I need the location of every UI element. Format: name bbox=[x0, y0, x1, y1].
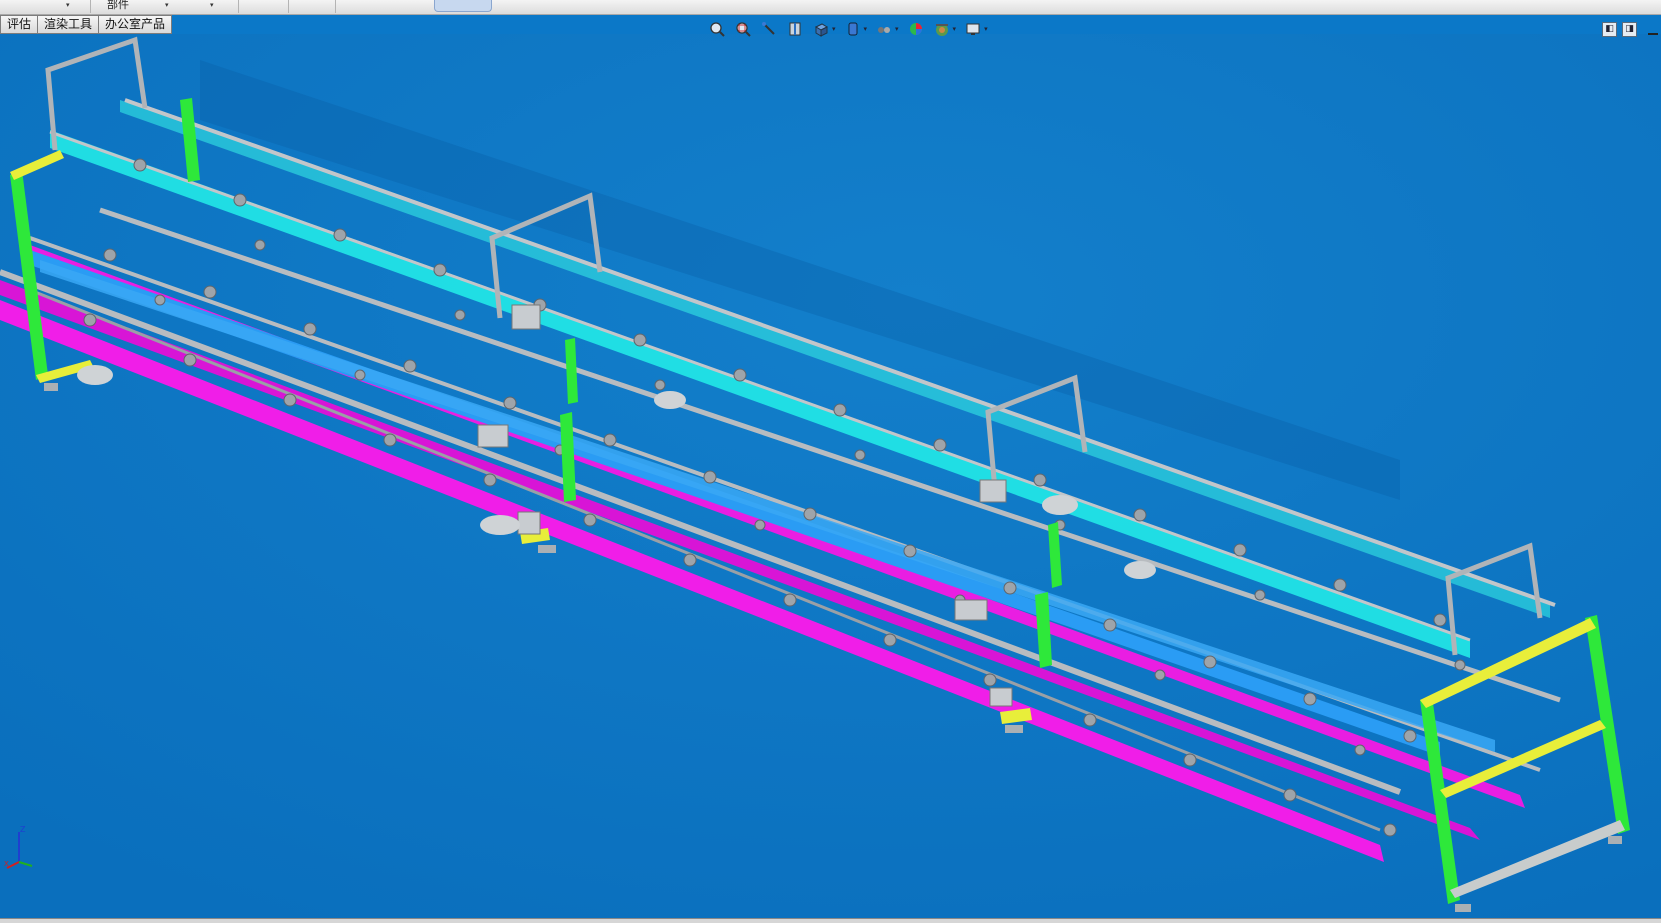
zoom-to-area-icon[interactable] bbox=[734, 21, 752, 37]
tab-render-tools[interactable]: 渲染工具 bbox=[37, 15, 100, 34]
active-ribbon-button[interactable] bbox=[434, 0, 492, 12]
view-settings-icon[interactable] bbox=[964, 21, 982, 37]
chevron-down-icon[interactable]: ▾ bbox=[832, 25, 836, 33]
viewport-background bbox=[0, 34, 1661, 919]
model-viewport[interactable] bbox=[0, 34, 1661, 919]
view-orientation-icon[interactable] bbox=[812, 21, 830, 37]
edit-appearance-icon[interactable] bbox=[907, 21, 925, 37]
viewport-split-icon[interactable]: ◧ bbox=[1602, 22, 1617, 37]
tab-evaluate[interactable]: 评估 bbox=[0, 15, 39, 34]
viewport-minimize-icon[interactable] bbox=[1648, 33, 1658, 35]
reference-triad: Z X bbox=[4, 825, 33, 869]
chevron-down-icon[interactable]: ▾ bbox=[210, 1, 214, 9]
zoom-to-fit-icon[interactable] bbox=[708, 21, 726, 37]
separator bbox=[90, 0, 91, 13]
separator bbox=[238, 0, 239, 13]
hide-show-items-icon[interactable] bbox=[875, 21, 893, 37]
z-axis-label: Z bbox=[20, 825, 26, 834]
section-view-icon[interactable] bbox=[786, 21, 804, 37]
y-axis bbox=[18, 861, 33, 867]
chevron-down-icon[interactable]: ▾ bbox=[895, 25, 899, 33]
chevron-down-icon[interactable]: ▾ bbox=[66, 1, 70, 9]
chevron-down-icon[interactable]: ▾ bbox=[165, 1, 169, 9]
separator bbox=[288, 0, 289, 13]
tab-office-products[interactable]: 办公室产品 bbox=[98, 15, 173, 34]
command-manager-tabs: 评估 渲染工具 办公室产品 bbox=[0, 15, 173, 34]
separator bbox=[335, 0, 336, 13]
viewport-restore-icon[interactable]: ◨ bbox=[1622, 22, 1637, 37]
previous-view-icon[interactable] bbox=[760, 21, 778, 37]
parts-label[interactable]: 部件 bbox=[107, 0, 129, 12]
status-bar bbox=[0, 918, 1661, 923]
x-axis bbox=[6, 861, 20, 869]
apply-scene-icon[interactable] bbox=[933, 21, 951, 37]
ribbon-strip: ▾ 部件 ▾ ▾ bbox=[0, 0, 1661, 15]
display-style-icon[interactable] bbox=[844, 21, 862, 37]
x-axis-label: X bbox=[4, 860, 9, 868]
chevron-down-icon[interactable]: ▾ bbox=[984, 25, 988, 33]
heads-up-view-toolbar: ▾ ▾ ▾ ▾ ▾ bbox=[708, 20, 988, 38]
chevron-down-icon[interactable]: ▾ bbox=[953, 25, 957, 33]
chevron-down-icon[interactable]: ▾ bbox=[864, 25, 868, 33]
